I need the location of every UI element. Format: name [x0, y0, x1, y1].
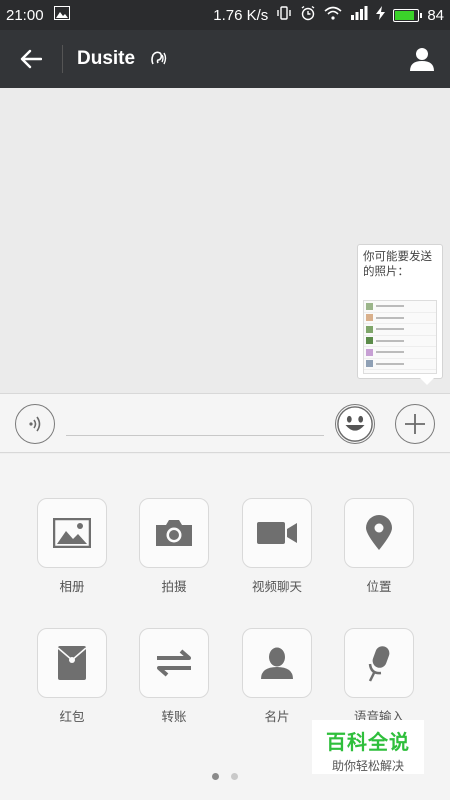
page-dot-1[interactable]	[212, 773, 219, 780]
image-notification-icon	[53, 6, 70, 24]
back-arrow-icon	[20, 49, 42, 69]
person-icon	[410, 48, 434, 71]
title-bar: Dusite	[0, 30, 450, 88]
charging-icon	[376, 6, 386, 24]
video-call-label: 视频聊天	[251, 580, 302, 594]
red-packet-item[interactable]: 红包	[37, 628, 107, 725]
watermark-subtitle: 助你轻松解决	[331, 759, 404, 773]
message-input-bar	[0, 393, 450, 453]
camera-item[interactable]: 拍摄	[139, 498, 209, 595]
location-tile[interactable]	[344, 498, 414, 568]
status-time: 21:00	[6, 6, 44, 24]
voice-input-icon	[368, 646, 390, 682]
title-divider	[62, 45, 63, 73]
voice-wave-icon	[29, 416, 41, 432]
more-functions-button[interactable]	[395, 404, 435, 444]
album-label: 相册	[59, 580, 85, 594]
message-input[interactable]	[66, 404, 324, 436]
plus-icon	[405, 414, 425, 434]
watermark-title: 百科全说	[326, 730, 410, 754]
album-tile[interactable]	[37, 498, 107, 568]
smiley-icon	[337, 406, 373, 442]
voice-input-item[interactable]: 语音输入	[344, 628, 414, 725]
page-indicator	[212, 773, 238, 780]
contact-card-item[interactable]: 名片	[242, 628, 312, 725]
location-pin-icon	[366, 515, 392, 550]
recent-photo-thumbnail	[363, 300, 437, 374]
contact-card-label: 名片	[264, 710, 290, 724]
recent-photo-suggestion[interactable]: 你可能要发送的照片：	[357, 244, 443, 385]
wifi-icon	[324, 6, 342, 24]
chat-profile-button[interactable]	[394, 30, 450, 88]
camera-tile[interactable]	[139, 498, 209, 568]
camera-icon	[156, 520, 192, 546]
status-bar: 21:00 1.76 K/s 84	[0, 0, 450, 30]
voice-input-tile[interactable]	[344, 628, 414, 698]
signal-icon	[350, 6, 368, 24]
transfer-label: 转账	[161, 710, 187, 724]
location-label: 位置	[366, 580, 392, 594]
vibrate-icon	[276, 5, 292, 25]
contact-card-tile[interactable]	[242, 628, 312, 698]
video-call-tile[interactable]	[242, 498, 312, 568]
red-packet-icon	[57, 646, 87, 680]
contact-card-icon	[261, 647, 293, 679]
video-call-item[interactable]: 视频聊天	[242, 498, 312, 595]
network-speed: 1.76 K/s	[213, 6, 269, 24]
voice-mode-button[interactable]	[15, 404, 55, 444]
location-item[interactable]: 位置	[344, 498, 414, 595]
page-dot-2[interactable]	[231, 773, 238, 780]
red-packet-tile[interactable]	[37, 628, 107, 698]
album-item[interactable]: 相册	[37, 498, 107, 595]
transfer-icon	[157, 649, 191, 677]
transfer-item[interactable]: 转账	[139, 628, 209, 725]
red-packet-label: 红包	[59, 710, 85, 724]
alarm-icon	[300, 5, 316, 25]
battery-icon	[393, 8, 423, 22]
battery-level: 84	[427, 6, 444, 24]
transfer-tile[interactable]	[139, 628, 209, 698]
earpiece-mode-icon	[149, 50, 167, 68]
video-call-icon	[257, 522, 297, 544]
camera-label: 拍摄	[161, 580, 187, 594]
photo-album-icon	[53, 518, 91, 548]
photo-suggestion-text: 你可能要发送的照片：	[363, 251, 432, 278]
back-button[interactable]	[0, 30, 62, 88]
emoji-button[interactable]	[335, 404, 375, 444]
chat-title: Dusite	[77, 48, 136, 69]
baike-watermark: 百科全说 助你轻松解决	[312, 720, 424, 774]
